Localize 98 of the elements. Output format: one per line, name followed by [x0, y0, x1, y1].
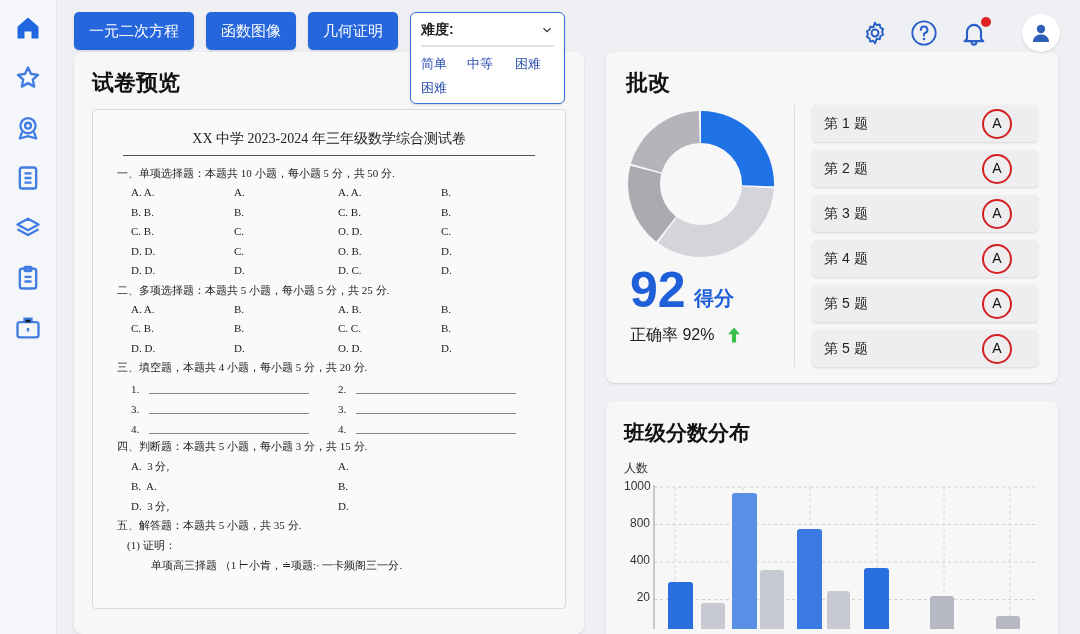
answer-option: D. D. — [131, 338, 156, 358]
answer-option: D. C. — [338, 261, 362, 281]
dropdown-option[interactable]: 简单 — [421, 54, 467, 74]
question-row[interactable]: 第 5 题 A — [812, 285, 1038, 322]
card-title: 试卷预览 — [92, 69, 180, 97]
topic-button[interactable]: 几何证明 — [308, 12, 398, 50]
section-heading: 三、填空题，本题共 4 小题，每小题 5 分，共 20 分. — [117, 360, 369, 375]
question-label: 第 5 题 — [824, 339, 868, 358]
blank-number: 3. — [338, 401, 347, 417]
answer-option: B. — [338, 476, 349, 496]
answer-option: D. — [234, 338, 245, 358]
answer-option: D. 3 分, — [131, 496, 170, 516]
question-label: 第 1 题 — [824, 114, 868, 133]
score-value: 92 — [630, 265, 686, 315]
question-row[interactable]: 第 5 题 A — [812, 330, 1038, 367]
answer-option: O. D. — [338, 338, 363, 358]
bar — [668, 581, 693, 629]
answer-option: A. A. — [338, 183, 362, 203]
section-heading: 一、单项选择题：本题共 10 小题，每小题 5 分，共 50 分. — [117, 166, 396, 181]
accuracy-text: 正确率 92% — [630, 325, 715, 345]
dropdown-option[interactable]: 困难 — [515, 54, 563, 74]
answer-option: B. B. — [131, 202, 154, 222]
section-heading: 二、多项选择题：本题共 5 小题，每小题 5 分，共 25 分. — [117, 282, 391, 298]
answer-option: B. — [234, 299, 245, 319]
answer-option: D. — [441, 241, 452, 261]
question-label: 第 2 题 — [824, 159, 868, 178]
avatar[interactable] — [1022, 14, 1060, 52]
answer-option: A. A. — [131, 183, 155, 203]
answer-option: C. B. — [131, 222, 154, 242]
help-icon[interactable] — [910, 19, 938, 47]
answer-option: O. D. — [338, 222, 363, 242]
bar — [827, 590, 850, 629]
answer-text: (1) 证明： — [126, 538, 177, 553]
bar — [930, 595, 954, 629]
blank-number: 1. — [131, 381, 140, 397]
answer-option: O. B. — [338, 241, 362, 261]
question-label: 第 3 题 — [824, 204, 868, 223]
answer-option: A. 3 分, — [131, 456, 170, 476]
axis-title: 人数 — [624, 459, 649, 477]
answer-mark: A — [982, 243, 1012, 274]
card-title: 批改 — [626, 69, 671, 97]
answer-option: A. — [234, 183, 245, 203]
blank-number: 4. — [338, 421, 347, 437]
question-row[interactable]: 第 2 题 A — [812, 150, 1038, 187]
answer-option: B. — [441, 202, 452, 222]
section-heading: 五、解答题：本题共 5 小题，共 35 分. — [117, 518, 303, 533]
answer-option: B. — [234, 319, 245, 339]
answer-mark: A — [982, 153, 1012, 184]
card-title: 班级分数分布 — [624, 420, 751, 446]
answer-mark: A — [982, 288, 1012, 319]
answer-option: D. — [441, 261, 452, 281]
answer-mark: A — [982, 198, 1012, 229]
answer-option: A. — [338, 456, 349, 476]
question-row[interactable]: 第 1 题 A — [812, 105, 1038, 142]
axis-tick-label: 800 — [628, 515, 650, 531]
answer-option: C. — [441, 222, 452, 242]
blank-number: 3. — [131, 401, 140, 417]
dropdown-label: 难度: — [421, 20, 454, 39]
answer-option: C. — [234, 222, 245, 242]
answer-option: B. A. — [131, 476, 157, 496]
blank-number: 2. — [338, 381, 347, 397]
answer-option: B. — [441, 299, 452, 319]
answer-mark: A — [982, 108, 1012, 139]
answer-option: A. A. — [131, 299, 155, 319]
answer-option: D. D. — [131, 261, 156, 281]
answer-option: C. — [234, 241, 245, 261]
answer-option: C. C. — [338, 319, 361, 339]
answer-option: C. B. — [131, 319, 154, 339]
axis-tick-label: 20 — [635, 589, 650, 605]
answer-option: C. B. — [338, 202, 361, 222]
answer-option: D. — [234, 261, 245, 281]
difficulty-dropdown[interactable]: 难度: 简单 中等 困难 困难 — [410, 12, 565, 104]
question-label: 第 5 题 — [824, 294, 868, 313]
axis-tick-label: 400 — [628, 552, 650, 568]
question-row[interactable]: 第 3 题 A — [812, 195, 1038, 232]
dropdown-option[interactable]: 困难 — [421, 77, 467, 97]
answer-option: B. — [441, 319, 452, 339]
bar — [701, 602, 725, 629]
answer-option: B. — [234, 202, 245, 222]
answer-option: B. — [441, 183, 452, 203]
answer-mark: A — [982, 333, 1012, 364]
question-label: 第 4 题 — [824, 249, 868, 268]
question-row[interactable]: 第 4 题 A — [812, 240, 1038, 277]
topic-button[interactable]: 函数图像 — [206, 12, 296, 50]
section-heading: 四、判断题：本题共 5 小题，每小题 3 分，共 15 分. — [117, 439, 369, 454]
dropdown-option[interactable]: 中等 — [467, 54, 515, 74]
answer-option: D. D. — [131, 241, 156, 261]
axis-tick-label: 1000 — [624, 478, 650, 494]
bar — [864, 567, 889, 629]
topic-button[interactable]: 一元二次方程 — [74, 12, 194, 50]
answer-option: A. B. — [338, 299, 362, 319]
bar — [996, 615, 1020, 629]
score-label: 得分 — [693, 286, 734, 311]
answer-text: 单项高三择题 （1 ⊢小肯，≐项题:· 一卡频阁三一分. — [150, 558, 404, 573]
blank-number: 4. — [131, 421, 140, 437]
exam-title: XX 中学 2023-2024 年三年级数学综合测试卷 — [123, 128, 535, 156]
answer-option: D. — [338, 496, 349, 516]
answer-option: D. — [441, 338, 452, 358]
